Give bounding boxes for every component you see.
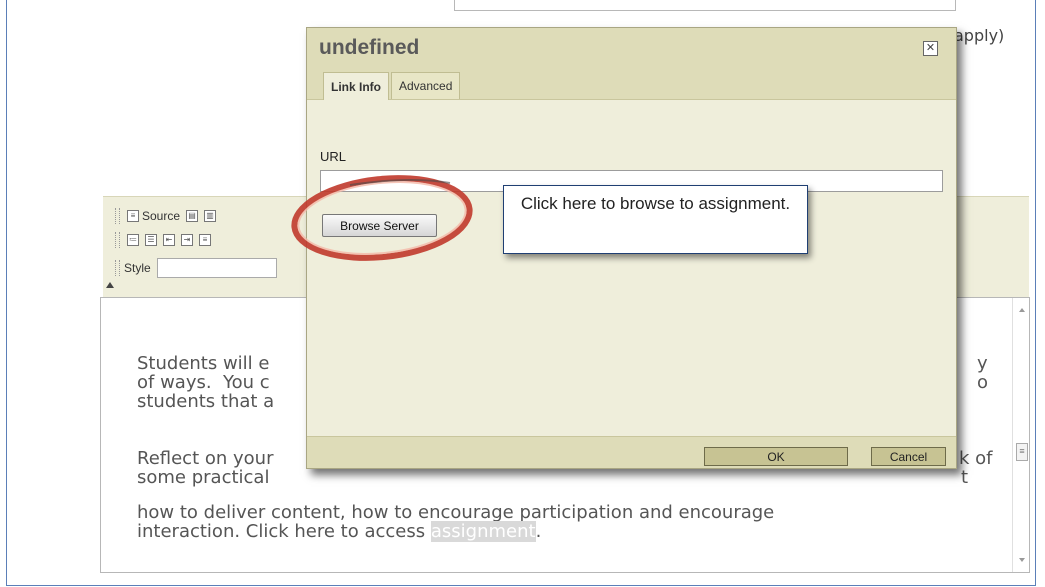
assignment-link[interactable]: assignment: [430, 521, 536, 542]
dialog-footer: OK Cancel: [307, 436, 956, 468]
toolbar-grip: [115, 208, 120, 224]
editor-line-tail: y: [977, 353, 988, 374]
editor-text: interaction. Click here to access: [137, 521, 431, 542]
source-label: Source: [142, 209, 181, 223]
numbered-list-button[interactable]: ≔: [124, 233, 142, 247]
instruction-callout: Click here to browse to assignment.: [503, 185, 808, 254]
outdent-icon: ⇤: [163, 234, 175, 246]
toolbar-row-2: ≔ ☰ ⇤ ⇥ ≡: [115, 230, 214, 250]
editor-line: Reflect on your: [137, 448, 274, 469]
editor-line: how to deliver content, how to encourage…: [137, 502, 775, 523]
editor-line-7: interaction. Click here to access assign…: [137, 521, 542, 542]
paste-text-button[interactable]: ▥: [201, 209, 219, 223]
outdent-button[interactable]: ⇤: [160, 233, 178, 247]
align-left-button[interactable]: ≡: [196, 233, 214, 247]
style-label: Style: [124, 261, 151, 275]
style-select[interactable]: [156, 258, 277, 278]
toolbar-row-1: ≡ Source ▤ ▥: [115, 206, 219, 226]
align-left-icon: ≡: [199, 234, 211, 246]
bulleted-list-button[interactable]: ☰: [142, 233, 160, 247]
editor-scrollbar[interactable]: ≡: [1012, 298, 1029, 572]
bulleted-list-icon: ☰: [145, 234, 157, 246]
toolbar-collapse-icon[interactable]: [106, 282, 114, 288]
apply-text: apply): [954, 26, 1005, 45]
tab-advanced[interactable]: Advanced: [391, 72, 461, 99]
editor-text: .: [535, 521, 542, 542]
editor-line: some practical: [137, 467, 276, 488]
editor-line-tail: k of: [959, 448, 993, 469]
paste-button[interactable]: ▤: [183, 209, 201, 223]
scroll-down-icon[interactable]: [1019, 558, 1025, 562]
paste-icon: ▤: [186, 210, 199, 222]
indent-button[interactable]: ⇥: [178, 233, 196, 247]
editor-line: Students will e: [137, 353, 270, 374]
editor-line-tail: o: [977, 372, 989, 393]
dialog-header: undefined ✕ Link Info Advanced: [307, 28, 956, 100]
source-icon: ≡: [127, 210, 139, 222]
cancel-button[interactable]: Cancel: [871, 447, 946, 466]
toolbar-grip: [115, 260, 120, 276]
url-label: URL: [320, 149, 347, 164]
toolbar-row-3: Style: [115, 258, 277, 278]
tab-link-info[interactable]: Link Info: [323, 72, 389, 100]
editor-line-tail: t: [961, 467, 969, 488]
scroll-thumb[interactable]: ≡: [1016, 443, 1028, 461]
close-icon[interactable]: ✕: [923, 41, 938, 56]
indent-icon: ⇥: [181, 234, 193, 246]
numbered-list-icon: ≔: [127, 234, 139, 246]
dialog-title: undefined: [319, 36, 420, 59]
toolbar-grip: [115, 232, 120, 248]
ok-button[interactable]: OK: [704, 447, 848, 466]
dialog-tabs: Link Info Advanced: [323, 72, 462, 100]
editor-line: students that a: [137, 391, 275, 412]
paste-text-icon: ▥: [204, 210, 217, 222]
browse-server-button[interactable]: Browse Server: [322, 214, 437, 237]
scroll-up-icon[interactable]: [1019, 308, 1025, 312]
editor-line: of ways. You c: [137, 372, 270, 393]
top-text-field[interactable]: [454, 0, 956, 11]
source-button[interactable]: ≡ Source: [124, 208, 183, 224]
